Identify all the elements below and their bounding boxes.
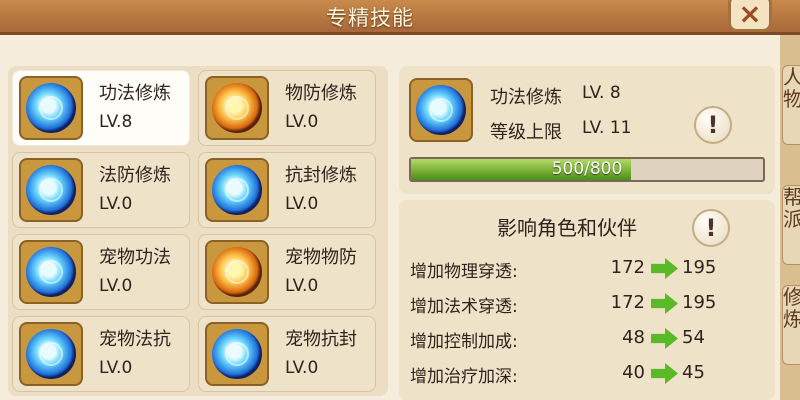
skill-card-4[interactable]: 宠物功法 LV.0 <box>12 234 190 310</box>
skill-icon-frame <box>19 76 83 140</box>
effect-row: 增加控制加成: 48 54 <box>399 324 775 354</box>
skill-name: 宠物物防 <box>285 247 357 268</box>
skill-icon-frame <box>19 158 83 222</box>
skill-card-7[interactable]: 宠物抗封 LV.0 <box>198 316 376 392</box>
selected-skill-icon-frame <box>409 78 473 142</box>
skill-icon-frame <box>205 240 269 304</box>
effect-row: 增加治疗加深: 40 45 <box>399 359 775 389</box>
selected-skill-panel: 功法修炼 LV. 8 等级上限 LV. 11 ! 500/800 <box>399 66 775 194</box>
experience-progress-text: 500/800 <box>551 159 623 179</box>
skill-level: LV.0 <box>285 112 319 132</box>
pet-resist-icon <box>26 329 76 379</box>
exclamation-icon[interactable]: ! <box>692 209 730 247</box>
skill-name: 宠物功法 <box>99 247 171 268</box>
blue-seal-icon <box>212 165 262 215</box>
pet-seal-icon <box>212 329 262 379</box>
level-cap-label: 等级上限 <box>490 122 562 143</box>
effect-row: 增加物理穿透: 172 195 <box>399 254 775 284</box>
skill-level: LV.0 <box>99 194 133 214</box>
skill-card-5[interactable]: 宠物物防 LV.0 <box>198 234 376 310</box>
skill-name: 法防修炼 <box>99 165 171 186</box>
effect-before-value: 172 <box>610 257 645 278</box>
blue-rune-icon <box>416 85 466 135</box>
skill-level: LV.0 <box>99 276 133 296</box>
effect-label: 增加控制加成: <box>410 332 518 352</box>
skill-name: 宠物法抗 <box>99 329 171 350</box>
side-tab-guild[interactable]: 帮派 <box>782 185 800 265</box>
arrow-right-icon <box>651 328 678 349</box>
arrow-right-icon <box>651 293 678 314</box>
effect-after-value: 45 <box>682 362 705 383</box>
side-tab-character[interactable]: 人物 <box>782 65 800 145</box>
effect-after-value: 195 <box>682 257 717 278</box>
effect-before-value: 48 <box>622 327 645 348</box>
skills-grid: 功法修炼 LV.8 物防修炼 LV.0 法防修炼 LV.0 抗封修炼 LV.0 … <box>8 66 388 396</box>
window-title: 专精技能 <box>326 6 414 30</box>
selected-skill-name: 功法修炼 <box>490 87 562 108</box>
orange-armor-icon <box>212 83 262 133</box>
skill-card-2[interactable]: 法防修炼 LV.0 <box>12 152 190 228</box>
effect-before-value: 172 <box>610 292 645 313</box>
experience-progress-bar: 500/800 <box>409 157 765 182</box>
effect-before-value: 40 <box>622 362 645 383</box>
level-cap-value: LV. 11 <box>582 118 632 138</box>
side-tab-training[interactable]: 修炼 <box>782 285 800 365</box>
skill-icon-frame <box>205 322 269 386</box>
skill-icon-frame <box>205 76 269 140</box>
skill-icon-frame <box>19 322 83 386</box>
window-title-bar: 专精技能 <box>0 0 800 35</box>
skill-name: 抗封修炼 <box>285 165 357 186</box>
skill-name: 功法修炼 <box>99 83 171 104</box>
effect-label: 增加治疗加深: <box>410 367 518 387</box>
effects-title: 影响角色和伙伴 <box>497 216 637 240</box>
skill-level: LV.0 <box>285 194 319 214</box>
skill-icon-frame <box>19 240 83 304</box>
effects-panel: 影响角色和伙伴 ! 增加物理穿透: 172 195 增加法术穿透: 172 19… <box>399 200 775 400</box>
skill-name: 宠物抗封 <box>285 329 357 350</box>
effect-label: 增加法术穿透: <box>410 297 518 317</box>
side-tabs: 人物 帮派 修炼 <box>780 35 800 400</box>
exclamation-icon[interactable]: ! <box>694 106 732 144</box>
pet-defense-icon <box>212 247 262 297</box>
skill-level: LV.0 <box>285 358 319 378</box>
blue-rune-icon <box>26 83 76 133</box>
skill-card-6[interactable]: 宠物法抗 LV.0 <box>12 316 190 392</box>
skill-level: LV.8 <box>99 112 133 132</box>
effect-label: 增加物理穿透: <box>410 262 518 282</box>
skill-card-0[interactable]: 功法修炼 LV.8 <box>12 70 190 146</box>
close-icon[interactable]: × <box>728 0 772 32</box>
skill-card-3[interactable]: 抗封修炼 LV.0 <box>198 152 376 228</box>
skill-name: 物防修炼 <box>285 83 357 104</box>
arrow-right-icon <box>651 363 678 384</box>
skill-level: LV.0 <box>99 358 133 378</box>
skill-level: LV.0 <box>285 276 319 296</box>
pet-magic-icon <box>26 247 76 297</box>
skill-card-1[interactable]: 物防修炼 LV.0 <box>198 70 376 146</box>
skill-icon-frame <box>205 158 269 222</box>
effect-after-value: 195 <box>682 292 717 313</box>
effect-after-value: 54 <box>682 327 705 348</box>
selected-skill-level: LV. 8 <box>582 83 621 103</box>
effect-row: 增加法术穿透: 172 195 <box>399 289 775 319</box>
blue-shield-icon <box>26 165 76 215</box>
arrow-right-icon <box>651 258 678 279</box>
